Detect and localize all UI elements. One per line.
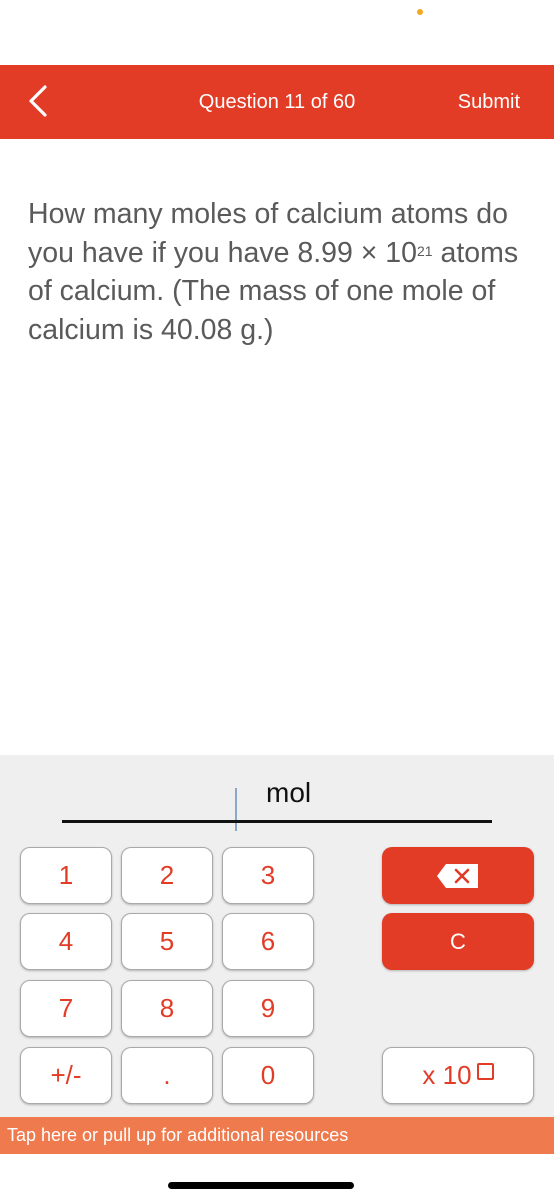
home-indicator[interactable] (168, 1182, 354, 1189)
answer-underline (62, 820, 492, 823)
key-3[interactable]: 3 (222, 847, 314, 904)
key-2[interactable]: 2 (121, 847, 213, 904)
key-1[interactable]: 1 (20, 847, 112, 904)
clear-button[interactable]: C (382, 913, 534, 970)
exponent-button[interactable]: x 10 (382, 1047, 534, 1104)
key-4[interactable]: 4 (20, 913, 112, 970)
exponent-placeholder-icon (476, 1063, 494, 1080)
key-9[interactable]: 9 (222, 980, 314, 1037)
additional-resources-bar[interactable]: Tap here or pull up for additional resou… (0, 1117, 554, 1154)
status-indicator-dot (417, 9, 423, 15)
key-8[interactable]: 8 (121, 980, 213, 1037)
answer-input[interactable] (62, 777, 232, 820)
key-plus-minus[interactable]: +/- (20, 1047, 112, 1104)
backspace-button[interactable] (382, 847, 534, 904)
answer-unit: mol (266, 777, 312, 808)
key-0[interactable]: 0 (222, 1047, 314, 1104)
header-bar: Question 11 of 60 Submit (0, 65, 554, 139)
key-6[interactable]: 6 (222, 913, 314, 970)
answer-keypad: mol 1 2 3 4 5 6 7 8 9 +/- . 0 C x 10 (0, 755, 554, 1117)
backspace-icon (437, 863, 478, 888)
question-text: How many moles of calcium atoms do you h… (28, 195, 533, 349)
exponent-label: x 10 (422, 1060, 472, 1090)
text-cursor (235, 788, 237, 831)
submit-button[interactable]: Submit (458, 65, 520, 139)
question-exponent: 21 (417, 242, 433, 259)
key-7[interactable]: 7 (20, 980, 112, 1037)
key-decimal[interactable]: . (121, 1047, 213, 1104)
key-5[interactable]: 5 (121, 913, 213, 970)
